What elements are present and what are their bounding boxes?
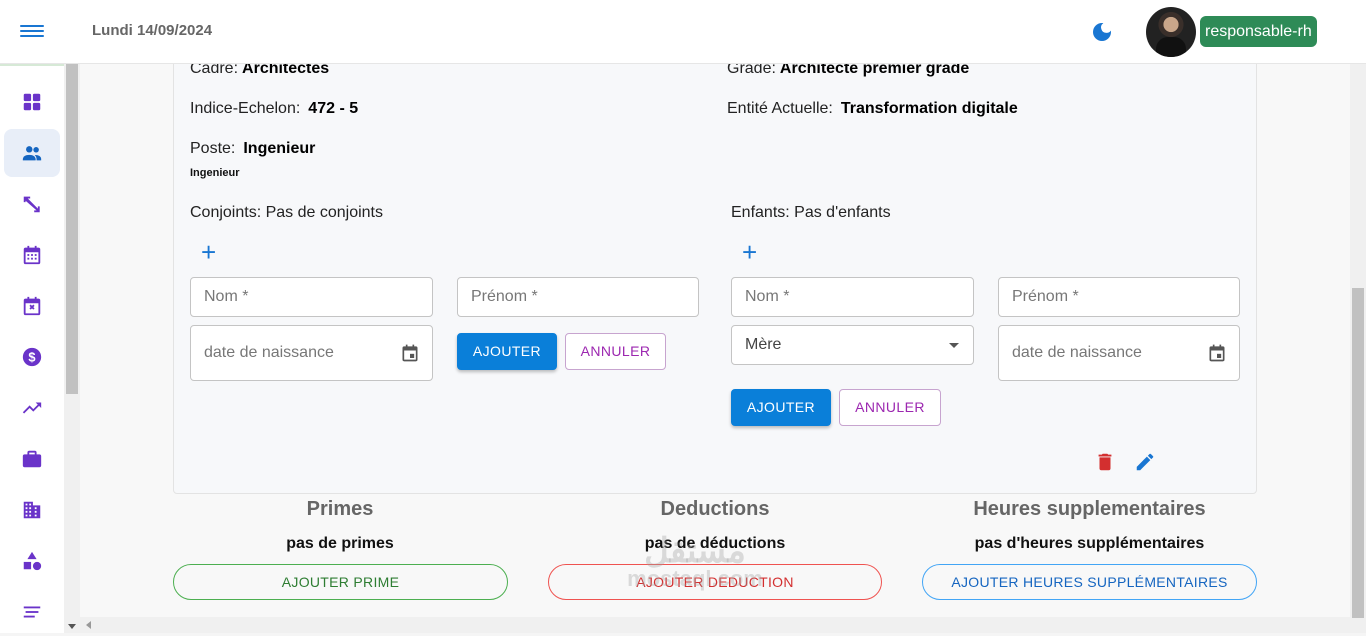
poste-subtitle: Ingenieur: [190, 167, 240, 179]
briefcase-icon: [22, 450, 42, 468]
horizontal-scrollbar[interactable]: [80, 617, 1350, 633]
enfant-parent-value: Mère: [745, 336, 782, 353]
add-enfant-plus-icon[interactable]: +: [742, 239, 757, 265]
enfant-date-input[interactable]: date de naissance: [998, 325, 1240, 381]
edit-icon[interactable]: [1134, 451, 1156, 473]
sidebar-item-salaries[interactable]: $: [4, 333, 60, 381]
menu-icon[interactable]: [20, 22, 44, 42]
delete-icon[interactable]: [1094, 451, 1116, 473]
calendar-cancel-icon: [23, 296, 41, 316]
add-prime-button[interactable]: AJOUTER PRIME: [173, 564, 508, 600]
people-icon: [22, 146, 42, 161]
calendar-icon: [23, 245, 41, 265]
sidebar-scrollbar-thumb[interactable]: [66, 64, 78, 394]
svg-text:$: $: [28, 350, 35, 365]
sidebar-item-transfers[interactable]: [4, 180, 60, 228]
shapes-icon: [23, 551, 42, 571]
main-content: Cadre: Architectes Grade: Architecte premi…: [80, 64, 1350, 617]
conjoint-add-button[interactable]: AJOUTER: [457, 333, 557, 370]
conjoint-nom-input[interactable]: Nom *: [190, 277, 433, 317]
sidebar-item-posts[interactable]: [4, 435, 60, 483]
scroll-down-arrow-icon[interactable]: [68, 624, 76, 629]
conjoint-date-input[interactable]: date de naissance: [190, 325, 433, 381]
primes-empty-text: pas de primes: [286, 535, 394, 552]
cadre-field: Cadre: Architectes: [190, 64, 330, 77]
sidebar-item-calendar[interactable]: [4, 231, 60, 279]
sidebar-scrollbar[interactable]: [64, 64, 80, 633]
primes-title: Primes: [306, 498, 374, 520]
calendar-icon[interactable]: [400, 343, 420, 363]
conjoint-date-placeholder: date de naissance: [204, 344, 334, 361]
indice-field: Indice-Echelon: 472 - 5: [190, 100, 359, 117]
conjoint-cancel-button[interactable]: ANNULER: [565, 333, 666, 370]
add-conjoint-plus-icon[interactable]: +: [201, 239, 216, 265]
list-icon: [23, 606, 41, 618]
enfant-date-placeholder: date de naissance: [1012, 344, 1142, 361]
top-app-bar: Lundi 14/09/2024 responsable-rh: [0, 0, 1366, 64]
entite-field: Entité Actuelle: Transformation digitale: [727, 100, 1018, 117]
dropdown-arrow-icon[interactable]: [949, 343, 959, 348]
page-scrollbar-thumb[interactable]: [1352, 288, 1364, 618]
sidebar-item-list[interactable]: [4, 588, 60, 636]
dark-mode-toggle-icon[interactable]: [1090, 20, 1114, 44]
grade-field: Grade: Architecte premier grade: [727, 64, 970, 77]
deductions-empty-text: pas de déductions: [644, 535, 786, 552]
enfant-prenom-input[interactable]: Prénom *: [998, 277, 1240, 317]
sidebar-item-statistics[interactable]: [4, 384, 60, 432]
sidebar-item-categories[interactable]: [4, 537, 60, 585]
sidebar-item-absences[interactable]: [4, 282, 60, 330]
add-deduction-button[interactable]: AJOUTER DEDUCTION: [548, 564, 882, 600]
sidebar-item-entities[interactable]: [4, 486, 60, 534]
enfant-cancel-button[interactable]: ANNULER: [839, 389, 941, 426]
conjoint-prenom-input[interactable]: Prénom *: [457, 277, 699, 317]
sidebar-item-employees[interactable]: [4, 129, 60, 177]
conjoints-label: Conjoints: Pas de conjoints: [190, 204, 383, 221]
role-badge[interactable]: responsable-rh: [1200, 16, 1317, 47]
enfant-parent-select[interactable]: Mère: [731, 325, 974, 365]
calendar-icon[interactable]: [1207, 343, 1227, 363]
enfants-label: Enfants: Pas d'enfants: [731, 204, 891, 221]
transfer-icon: [23, 196, 40, 213]
current-date: Lundi 14/09/2024: [92, 22, 213, 39]
poste-field: Poste: Ingenieur: [190, 140, 316, 157]
dollar-icon: $: [22, 347, 42, 367]
scroll-left-arrow-icon[interactable]: [86, 621, 91, 629]
page-scrollbar[interactable]: [1350, 64, 1366, 633]
enfant-add-button[interactable]: AJOUTER: [731, 389, 831, 426]
dashboard-icon: [23, 93, 41, 111]
sidebar: $: [0, 64, 64, 633]
deductions-title: Deductions: [660, 498, 770, 520]
building-icon: [23, 501, 41, 519]
sidebar-item-dashboard[interactable]: [4, 78, 60, 126]
enfant-nom-input[interactable]: Nom *: [731, 277, 974, 317]
user-avatar[interactable]: [1146, 7, 1196, 57]
trending-up-icon: [22, 402, 42, 414]
add-heures-button[interactable]: AJOUTER HEURES SUPPLÉMENTAIRES: [922, 564, 1257, 600]
heures-title: Heures supplementaires: [973, 498, 1206, 520]
heures-empty-text: pas d'heures supplémentaires: [974, 535, 1205, 552]
employee-detail-card: Cadre: Architectes Grade: Architecte premi…: [173, 64, 1257, 494]
